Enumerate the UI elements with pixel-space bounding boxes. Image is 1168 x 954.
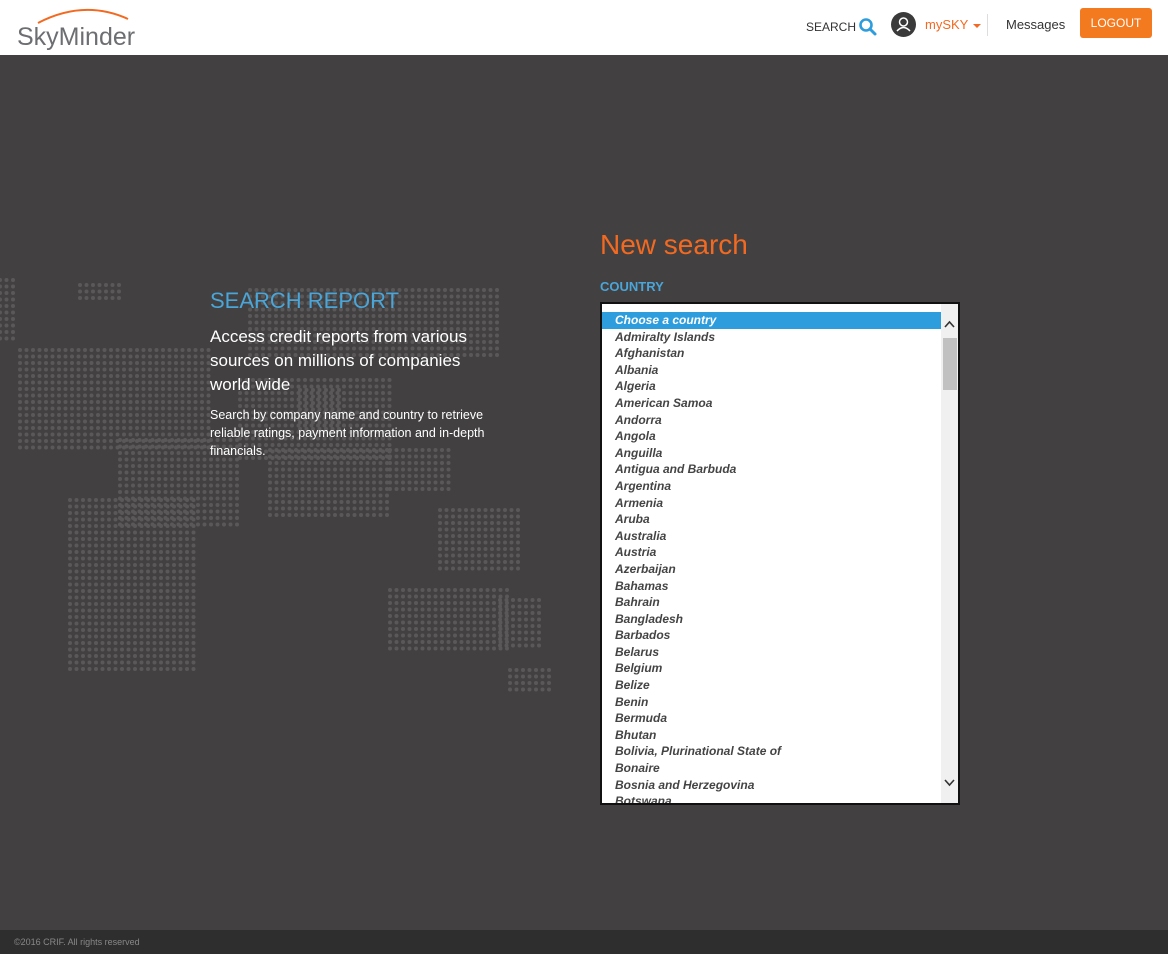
country-label: COUNTRY xyxy=(600,279,664,294)
top-header: SkyMinder SEARCH mySKY Messages LOGOUT xyxy=(0,0,1168,55)
country-option[interactable]: Bonaire xyxy=(602,760,942,777)
user-icon xyxy=(896,17,911,32)
intro-lead-text: Access credit reports from various sourc… xyxy=(210,327,467,394)
country-option[interactable]: Bhutan xyxy=(602,727,942,744)
country-option[interactable]: Azerbaijan xyxy=(602,561,942,578)
country-option[interactable]: Benin xyxy=(602,694,942,711)
country-option[interactable]: Bahrain xyxy=(602,594,942,611)
chevron-down-icon xyxy=(973,23,982,28)
nav-divider xyxy=(987,14,988,36)
intro-description: Search by company name and country to re… xyxy=(210,408,485,458)
mysky-menu[interactable]: mySKY xyxy=(925,17,982,32)
country-select-list[interactable]: Choose a country Admiralty Islands Afghani… xyxy=(600,302,960,805)
country-option[interactable]: Antigua and Barbuda xyxy=(602,461,942,478)
country-option[interactable]: Aruba xyxy=(602,511,942,528)
scroll-up-icon[interactable] xyxy=(941,316,958,332)
page-footer: ©2016 CRIF. All rights reserved xyxy=(0,930,1168,954)
country-option[interactable]: Australia xyxy=(602,528,942,545)
mysky-label: mySKY xyxy=(925,17,969,32)
country-option[interactable]: Belgium xyxy=(602,660,942,677)
country-option[interactable]: Bahamas xyxy=(602,578,942,595)
messages-link[interactable]: Messages xyxy=(1006,17,1065,32)
country-options: Choose a country Admiralty Islands Afghani… xyxy=(602,312,942,803)
country-option[interactable]: Albania xyxy=(602,362,942,379)
search-report-heading: SEARCH REPORT xyxy=(210,288,400,313)
country-option[interactable]: Bosnia and Herzegovina xyxy=(602,777,942,794)
country-option[interactable]: Austria xyxy=(602,544,942,561)
country-option[interactable]: Anguilla xyxy=(602,445,942,462)
header-search-link[interactable]: SEARCH xyxy=(806,17,878,37)
logo-text: SkyMinder xyxy=(17,23,136,51)
new-search-title: New search xyxy=(600,229,748,260)
country-option[interactable]: Bermuda xyxy=(602,710,942,727)
country-option[interactable]: Admiralty Islands xyxy=(602,329,942,346)
country-option[interactable]: Argentina xyxy=(602,478,942,495)
country-option[interactable]: Barbados xyxy=(602,627,942,644)
country-option[interactable]: Algeria xyxy=(602,378,942,395)
user-avatar[interactable] xyxy=(891,12,916,37)
scroll-down-icon[interactable] xyxy=(941,775,958,791)
skyminder-logo[interactable]: SkyMinder xyxy=(14,5,144,51)
scroll-thumb[interactable] xyxy=(943,338,957,390)
copyright-text: ©2016 CRIF. All rights reserved xyxy=(14,937,140,947)
country-option[interactable]: Bolivia, Plurinational State of xyxy=(602,743,942,760)
country-option[interactable]: Choose a country xyxy=(602,312,942,329)
country-option[interactable]: Afghanistan xyxy=(602,345,942,362)
country-option[interactable]: Armenia xyxy=(602,495,942,512)
search-label: SEARCH xyxy=(806,20,857,34)
country-option[interactable]: Botswana xyxy=(602,793,942,803)
logo-arc-icon xyxy=(37,9,129,24)
country-option[interactable]: American Samoa xyxy=(602,395,942,412)
scrollbar[interactable] xyxy=(941,304,958,803)
country-option[interactable]: Belarus xyxy=(602,644,942,661)
country-option[interactable]: Andorra xyxy=(602,412,942,429)
search-icon xyxy=(859,18,877,36)
country-option[interactable]: Angola xyxy=(602,428,942,445)
country-option[interactable]: Belize xyxy=(602,677,942,694)
country-option[interactable]: Bangladesh xyxy=(602,611,942,628)
logout-button[interactable]: LOGOUT xyxy=(1080,8,1152,38)
